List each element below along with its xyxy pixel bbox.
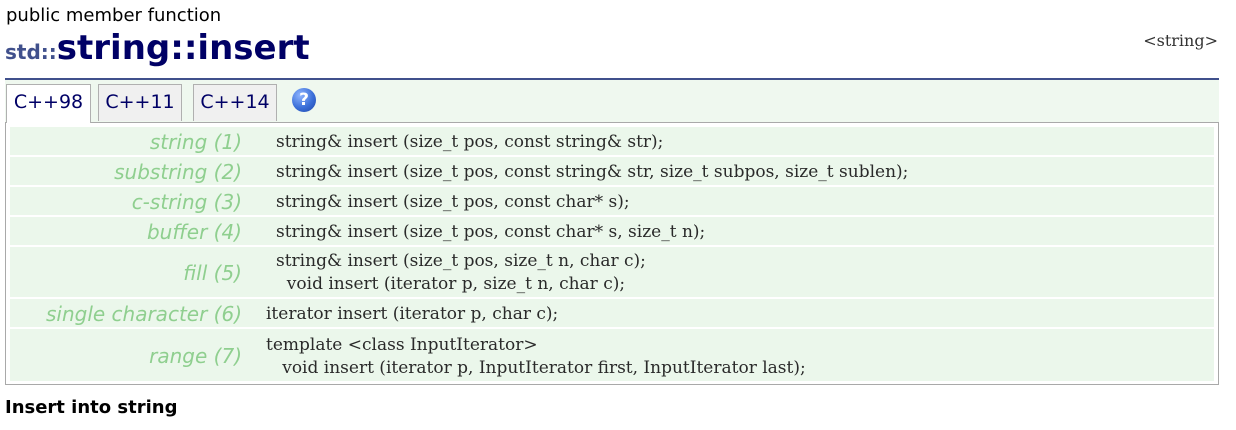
standard-tabs: C++98 C++11 C++14 ? xyxy=(5,80,1219,123)
signature-code: template <class InputIterator> xyxy=(266,335,538,355)
signature-row: string (1) string& insert (size_t pos, c… xyxy=(10,127,1214,155)
signature-code: string& insert (size_t pos, size_t n, ch… xyxy=(276,251,646,271)
member-kind-label: public member function xyxy=(6,5,222,26)
signatures-panel: string (1) string& insert (size_t pos, c… xyxy=(5,122,1219,385)
signature-code: iterator insert (iterator p, char c); xyxy=(266,304,559,324)
signature-label: buffer (4) xyxy=(146,220,242,244)
signature-label: fill (5) xyxy=(183,261,242,285)
signature-row: range (7) template <class InputIterator>… xyxy=(10,329,1214,381)
signature-code: string& insert (size_t pos, const char* … xyxy=(276,192,630,212)
signature-row: fill (5) string& insert (size_t pos, siz… xyxy=(10,247,1214,297)
tab-cpp14[interactable]: C++14 xyxy=(193,84,277,121)
signature-label: c-string (3) xyxy=(131,190,242,214)
tab-cpp98[interactable]: C++98 xyxy=(6,84,91,123)
signature-label: substring (2) xyxy=(114,160,242,184)
signature-label: single character (6) xyxy=(45,302,242,326)
title-function-name: string::insert xyxy=(56,28,310,68)
tab-cpp11[interactable]: C++11 xyxy=(98,84,182,121)
signature-code: string& insert (size_t pos, const string… xyxy=(276,162,909,182)
signature-row: c-string (3) string& insert (size_t pos,… xyxy=(10,187,1214,215)
signature-label: string (1) xyxy=(149,130,242,154)
reference-page: public member function std::string::inse… xyxy=(0,0,1236,430)
signature-code: string& insert (size_t pos, const char* … xyxy=(276,222,706,242)
help-icon[interactable]: ? xyxy=(292,88,316,112)
signature-code: string& insert (size_t pos, const string… xyxy=(276,132,664,152)
signature-label: range (7) xyxy=(149,344,242,368)
signature-row: buffer (4) string& insert (size_t pos, c… xyxy=(10,217,1214,245)
signature-code: void insert (iterator p, size_t n, char … xyxy=(276,274,626,294)
signature-row: single character (6) iterator insert (it… xyxy=(10,299,1214,327)
page-title: std::string::insert xyxy=(5,28,310,72)
title-namespace: std:: xyxy=(5,40,57,64)
signature-row: substring (2) string& insert (size_t pos… xyxy=(10,157,1214,185)
section-heading: Insert into string xyxy=(5,397,178,418)
signature-code: void insert (iterator p, InputIterator f… xyxy=(266,358,806,378)
header-file-link[interactable]: <string> xyxy=(1143,31,1218,50)
